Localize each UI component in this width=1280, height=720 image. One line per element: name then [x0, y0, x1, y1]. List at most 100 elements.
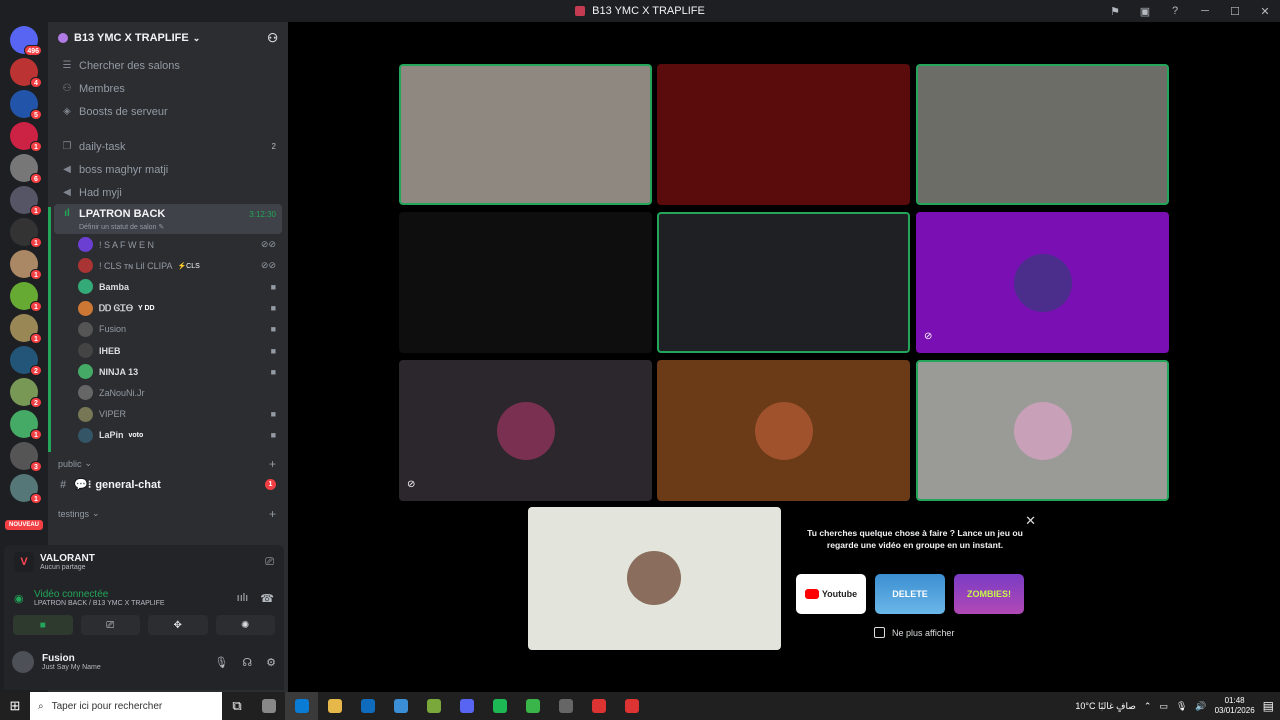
- minimize-button[interactable]: ─: [1190, 5, 1220, 17]
- video-tile[interactable]: [657, 360, 910, 501]
- microphone-icon[interactable]: 🎙: [214, 656, 228, 669]
- voice-user[interactable]: NINJA 13 ■: [78, 361, 288, 382]
- server-icon[interactable]: 5: [10, 90, 42, 120]
- disconnect-icon[interactable]: ☎: [260, 592, 274, 605]
- weather-widget[interactable]: 10°C صافٍ غالبًا: [1075, 701, 1136, 712]
- taskbar-app[interactable]: [516, 692, 549, 720]
- settings-gear-icon[interactable]: ⚙: [266, 656, 276, 669]
- voice-user[interactable]: VIPER ■: [78, 404, 288, 425]
- server-icon[interactable]: 1: [10, 218, 42, 248]
- voice-user[interactable]: IHEB ■: [78, 340, 288, 361]
- server-icon[interactable]: 2: [10, 378, 42, 408]
- voice-user[interactable]: ! CLS ᴛɴ Lil CLIPA ⚡CLS ⊘⊘: [78, 255, 288, 276]
- signal-icon: ◉: [14, 592, 24, 605]
- network-icon[interactable]: ▭: [1159, 701, 1168, 712]
- voice-user-name: Bamba: [99, 281, 130, 292]
- voice-user[interactable]: ᎠᎠ ᎶᏆᎾ Y DD ■: [78, 298, 288, 319]
- voice-channel-lpatron-back[interactable]: ıl LPATRON BACK 3:12:30 Définir un statu…: [54, 204, 282, 234]
- screen-share-button[interactable]: ⎚: [80, 615, 140, 635]
- server-icon[interactable]: 2: [10, 346, 42, 376]
- taskbar-app[interactable]: [549, 692, 582, 720]
- taskbar-app[interactable]: [384, 692, 417, 720]
- invite-people-icon[interactable]: ⚇: [267, 31, 278, 45]
- taskbar-app[interactable]: [417, 692, 450, 720]
- server-icon[interactable]: 1: [10, 122, 42, 152]
- voice-active-icon: ıl: [64, 208, 70, 219]
- voice-user[interactable]: ! S A F W E N ⊘⊘: [78, 234, 288, 255]
- volume-icon[interactable]: 🔊: [1195, 701, 1206, 712]
- dont-show-again-checkbox[interactable]: Ne plus afficher: [874, 627, 954, 638]
- close-window-button[interactable]: ✕: [1250, 5, 1280, 18]
- server-icon[interactable]: 6: [10, 154, 42, 184]
- voice-user[interactable]: Bamba ■: [78, 276, 288, 297]
- taskbar-app[interactable]: [483, 692, 516, 720]
- inbox-icon[interactable]: ⚑: [1100, 5, 1130, 18]
- task-view-icon[interactable]: ⧉: [222, 698, 252, 714]
- voice-user[interactable]: LaPin voto ■: [78, 425, 288, 446]
- server-icon[interactable]: 1: [10, 474, 42, 504]
- maximize-button[interactable]: ☐: [1220, 5, 1250, 18]
- server-header[interactable]: B13 YMC X TRAPLIFE ⌄ ⚇: [48, 22, 288, 54]
- channel-boss-maghyr-matji[interactable]: ◀ boss maghyr matji: [48, 158, 288, 181]
- server-icon[interactable]: 3: [10, 442, 42, 472]
- video-tile[interactable]: ⊘: [916, 212, 1169, 353]
- camera-button[interactable]: ■: [13, 615, 73, 635]
- add-channel-icon[interactable]: +: [269, 507, 276, 521]
- microphone-icon[interactable]: 🎙: [1176, 701, 1187, 712]
- home-button[interactable]: 496: [10, 26, 42, 56]
- channel-status[interactable]: Définir un statut de salon ✎: [79, 223, 164, 231]
- clock[interactable]: 01:48 03/01/2026: [1215, 696, 1255, 716]
- server-icon[interactable]: 1: [10, 410, 42, 440]
- server-icon[interactable]: 1: [10, 186, 42, 216]
- voice-user[interactable]: Fusion ■: [78, 319, 288, 340]
- channel-daily-task[interactable]: ❐ daily-task 2: [48, 135, 288, 158]
- server-icon[interactable]: 4: [10, 58, 42, 88]
- youtube-activity-button[interactable]: Youtube: [796, 574, 866, 614]
- stream-game-icon[interactable]: ⎚: [265, 556, 274, 569]
- video-tile[interactable]: [657, 212, 910, 353]
- game-activity-button[interactable]: DELETE: [875, 574, 945, 614]
- video-tile[interactable]: [916, 360, 1169, 501]
- voice-location[interactable]: LPATRON BACK / B13 YMC X TRAPLIFE: [34, 600, 165, 607]
- add-channel-icon[interactable]: +: [269, 457, 276, 471]
- headphones-icon[interactable]: ☊: [242, 656, 252, 669]
- members[interactable]: ⚇ Membres: [48, 77, 288, 100]
- taskbar-app[interactable]: [351, 692, 384, 720]
- channel-had-myji[interactable]: ◀ Had myji: [48, 181, 288, 204]
- activity-status[interactable]: V VALORANT Aucun partage ⎚: [4, 545, 284, 579]
- soundboard-button[interactable]: ✺: [215, 615, 275, 635]
- windows-start-icon[interactable]: ⊞: [0, 698, 30, 714]
- voice-user[interactable]: ZaNouNi.Jr: [78, 382, 288, 403]
- taskbar-app[interactable]: [285, 692, 318, 720]
- noise-suppression-icon[interactable]: ıılı: [237, 592, 249, 605]
- taskbar-app[interactable]: [582, 692, 615, 720]
- taskbar-app[interactable]: [615, 692, 648, 720]
- game-activity-button[interactable]: ZOMBIES!: [954, 574, 1024, 614]
- close-icon[interactable]: ✕: [1025, 513, 1036, 529]
- activities-button[interactable]: ✥: [148, 615, 208, 635]
- taskbar-app[interactable]: [450, 692, 483, 720]
- voice-status[interactable]: Vidéo connectée: [34, 589, 165, 600]
- video-tile-small[interactable]: [528, 507, 781, 650]
- server-icon[interactable]: 1: [10, 314, 42, 344]
- notifications-icon[interactable]: ▤: [1263, 699, 1274, 713]
- taskbar-search[interactable]: ⌕ Taper ici pour rechercher: [30, 692, 222, 720]
- channel-general-chat[interactable]: # 💬⁝ general-chat 1: [48, 475, 288, 495]
- taskbar-app[interactable]: [318, 692, 351, 720]
- screen-icon[interactable]: ▣: [1130, 5, 1160, 18]
- chevron-up-icon[interactable]: ⌃: [1144, 701, 1152, 712]
- video-tile[interactable]: ⊘: [399, 360, 652, 501]
- category-testings[interactable]: testings ⌄ +: [48, 503, 288, 525]
- video-tile[interactable]: [916, 64, 1169, 205]
- video-tile[interactable]: [399, 212, 652, 353]
- server-icon[interactable]: 1: [10, 250, 42, 280]
- video-tile[interactable]: [657, 64, 910, 205]
- help-icon[interactable]: ?: [1160, 5, 1190, 17]
- server-boosts[interactable]: ◈ Boosts de serveur: [48, 100, 288, 123]
- taskbar-app[interactable]: [252, 692, 285, 720]
- avatar[interactable]: [12, 651, 34, 673]
- category-public[interactable]: public ⌄ +: [48, 453, 288, 475]
- server-icon[interactable]: 1: [10, 282, 42, 312]
- video-tile[interactable]: [399, 64, 652, 205]
- browse-channels[interactable]: ☰ Chercher des salons: [48, 54, 288, 77]
